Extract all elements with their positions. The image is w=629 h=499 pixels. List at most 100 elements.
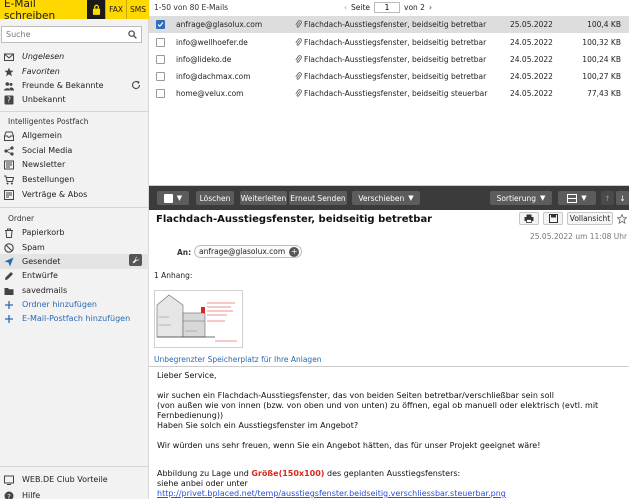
sidebar-item-label: WEB.DE Club Vorteile (22, 475, 108, 484)
row-sender: info@lideko.de (176, 55, 232, 64)
move-button-label: Verschieben (358, 193, 405, 203)
wrench-icon[interactable] (129, 254, 142, 266)
body-line: Haben Sie solch ein Ausstiegsfenster im … (157, 421, 359, 430)
body-paragraph: Wir würden uns sehr freuen, wenn Sie ein… (157, 441, 541, 450)
row-date: 25.05.2022 (510, 20, 553, 29)
table-row[interactable]: info@lideko.de Flachdach-Ausstiegsfenste… (149, 51, 629, 68)
sidebar-item-label: Papierkorb (22, 228, 65, 237)
attachment-preview-image (155, 291, 242, 347)
compose-button[interactable]: E-Mail schreiben (0, 0, 87, 22)
sidebar-item-general[interactable]: Allgemein (0, 128, 149, 143)
help-link[interactable]: ? Hilfe (0, 488, 149, 499)
sidebar-item-contracts[interactable]: Verträge & Abos (0, 187, 149, 202)
sidebar-item-label: Spam (22, 243, 45, 252)
body-paragraph: wir suchen ein Flachdach-Ausstiegsfenste… (157, 391, 627, 431)
body-line: Abbildung zu Lage und (157, 469, 252, 478)
recipient-chip[interactable]: anfrage@glasolux.com + (194, 245, 303, 258)
paperclip-icon (295, 20, 302, 28)
sort-button[interactable]: Sortierung ▼ (490, 191, 552, 205)
row-checkbox[interactable] (156, 55, 165, 64)
attachment-thumbnail[interactable] (154, 290, 243, 348)
select-all-checkbox[interactable] (163, 193, 173, 203)
sort-button-label: Sortierung (496, 193, 537, 203)
fullview-button[interactable]: Vollansicht (567, 212, 613, 225)
club-link[interactable]: WEB.DE Club Vorteile (0, 472, 149, 487)
sidebar-item-newsletter[interactable]: Newsletter (0, 157, 149, 172)
sidebar-item-label: Ungelesen (22, 52, 65, 61)
body-line: siehe anbei oder unter (157, 479, 248, 488)
sidebar-item-unknown[interactable]: ? Unbekannt (0, 92, 149, 107)
recipient-address: anfrage@glasolux.com (199, 247, 286, 256)
folder-icon (2, 286, 16, 296)
sidebar-item-orders[interactable]: Bestellungen (0, 172, 149, 187)
body-line: des geplanten Ausstiegsfensters: (324, 469, 461, 478)
star-icon[interactable] (617, 213, 627, 224)
add-folder-link[interactable]: Ordner hinzufügen (0, 297, 149, 312)
sidebar-item-trash[interactable]: Papierkorb (0, 225, 149, 240)
row-subject: Flachdach-Ausstiegsfenster, beidseitig b… (304, 20, 487, 29)
print-icon[interactable] (519, 212, 539, 225)
sidebar-item-label: Entwürfe (22, 271, 58, 280)
sidebar-item-social-media[interactable]: Social Media (0, 143, 149, 158)
row-checkbox[interactable] (156, 20, 165, 29)
add-mailbox-link[interactable]: E-Mail-Postfach hinzufügen (0, 311, 149, 326)
delete-button[interactable]: Löschen (196, 191, 234, 205)
sidebar-item-label: Gesendet (22, 257, 61, 266)
table-row[interactable]: info@wellhoefer.de Flachdach-Ausstiegsfe… (149, 34, 629, 51)
fax-button[interactable]: FAX (105, 0, 126, 19)
row-subject: Flachdach-Ausstiegsfenster, beidseitig b… (304, 55, 487, 64)
message-toolbar: ▼ Löschen Weiterleiten Erneut Senden Ver… (149, 186, 629, 210)
page-input[interactable] (374, 2, 401, 13)
table-row[interactable]: anfrage@glasolux.com Flachdach-Ausstiegs… (149, 16, 629, 33)
row-size: 100,32 KB (582, 38, 621, 47)
body-link[interactable]: http://privet.bplaced.net/temp/ausstiegs… (157, 489, 506, 498)
layout-icon (567, 193, 578, 203)
prev-page-icon[interactable]: ‹ (344, 3, 347, 12)
unknown-icon: ? (2, 95, 16, 105)
sidebar-item-sent[interactable]: Gesendet (0, 254, 149, 269)
lock-icon[interactable] (87, 0, 106, 19)
next-page-icon[interactable]: › (429, 3, 432, 12)
row-subject: Flachdach-Ausstiegsfenster, beidseitig b… (304, 38, 487, 47)
sms-button[interactable]: SMS (126, 0, 149, 19)
save-icon[interactable] (543, 212, 563, 225)
row-checkbox[interactable] (156, 89, 165, 98)
people-icon (2, 81, 16, 91)
club-icon (2, 475, 16, 485)
help-icon: ? (2, 491, 16, 499)
arrow-up-icon[interactable]: ↑ (601, 191, 614, 205)
sidebar-item-favorites[interactable]: Favoriten (0, 64, 149, 79)
sidebar-item-spam[interactable]: Spam (0, 240, 149, 255)
chevron-down-icon: ▼ (176, 194, 183, 202)
plus-icon (2, 300, 16, 310)
paperclip-icon (295, 38, 302, 46)
row-date: 24.05.2022 (510, 89, 553, 98)
refresh-icon[interactable] (131, 80, 141, 90)
sidebar-item-friends[interactable]: Freunde & Bekannte (0, 78, 149, 93)
attachment-count: 1 Anhang: (154, 271, 193, 280)
newsletter-icon (2, 160, 16, 170)
move-button[interactable]: Verschieben ▼ (352, 191, 420, 205)
resend-button[interactable]: Erneut Senden (289, 191, 347, 205)
sidebar-item-unread[interactable]: Ungelesen (0, 49, 149, 64)
search-icon[interactable] (128, 30, 137, 39)
sidebar-item-drafts[interactable]: Entwürfe (0, 268, 149, 283)
forward-button[interactable]: Weiterleiten (240, 191, 287, 205)
inbox-icon (2, 131, 16, 141)
add-contact-icon[interactable]: + (289, 247, 300, 257)
select-all-dropdown[interactable]: ▼ (157, 191, 189, 205)
layout-dropdown[interactable]: ▼ (558, 191, 596, 205)
star-icon (2, 67, 16, 77)
row-checkbox[interactable] (156, 38, 165, 47)
pagination: ‹ Seite von 2 › (344, 2, 432, 13)
row-checkbox[interactable] (156, 72, 165, 81)
storage-link[interactable]: Unbegrenzter Speicherplatz für Ihre Anla… (154, 355, 322, 364)
sidebar-item-savedmails[interactable]: savedmails (0, 283, 149, 298)
search-input[interactable] (2, 27, 124, 42)
table-row[interactable]: home@velux.com Flachdach-Ausstiegsfenste… (149, 85, 629, 102)
to-label: An: (177, 248, 192, 257)
arrow-down-icon[interactable]: ↓ (616, 191, 629, 205)
page-total: von 2 (404, 3, 425, 12)
table-row[interactable]: info@dachmax.com Flachdach-Ausstiegsfens… (149, 68, 629, 85)
row-date: 24.05.2022 (510, 55, 553, 64)
